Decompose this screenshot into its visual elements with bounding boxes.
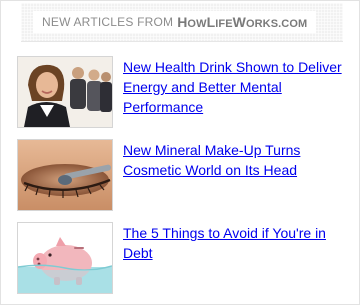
article-item: New Health Drink Shown to Deliver Energy… [17, 56, 347, 128]
header-prefix: NEW ARTICLES FROM [42, 15, 174, 29]
piggy-bank-water-photo-icon [18, 223, 112, 293]
article-title-link[interactable]: New Health Drink Shown to Deliver Energy… [123, 57, 345, 117]
article-thumbnail[interactable] [17, 56, 113, 128]
article-thumbnail[interactable] [17, 222, 113, 294]
eye-makeup-photo-icon [18, 140, 112, 210]
articles-widget: NEW ARTICLES FROM HOWLIFEWORKS.COM New H… [0, 0, 360, 305]
article-thumbnail[interactable] [17, 139, 113, 211]
article-item: New Mineral Make-Up Turns Cosmetic World… [17, 139, 347, 211]
header-title: NEW ARTICLES FROM HOWLIFEWORKS.COM [33, 11, 317, 33]
article-item: The 5 Things to Avoid if You're in Debt [17, 222, 347, 294]
article-title-link[interactable]: The 5 Things to Avoid if You're in Debt [123, 223, 345, 263]
brand-name[interactable]: HOWLIFEWORKS.COM [177, 14, 307, 30]
business-woman-photo-icon [18, 57, 112, 127]
article-title-link[interactable]: New Mineral Make-Up Turns Cosmetic World… [123, 140, 345, 180]
widget-header: NEW ARTICLES FROM HOWLIFEWORKS.COM [21, 3, 343, 42]
